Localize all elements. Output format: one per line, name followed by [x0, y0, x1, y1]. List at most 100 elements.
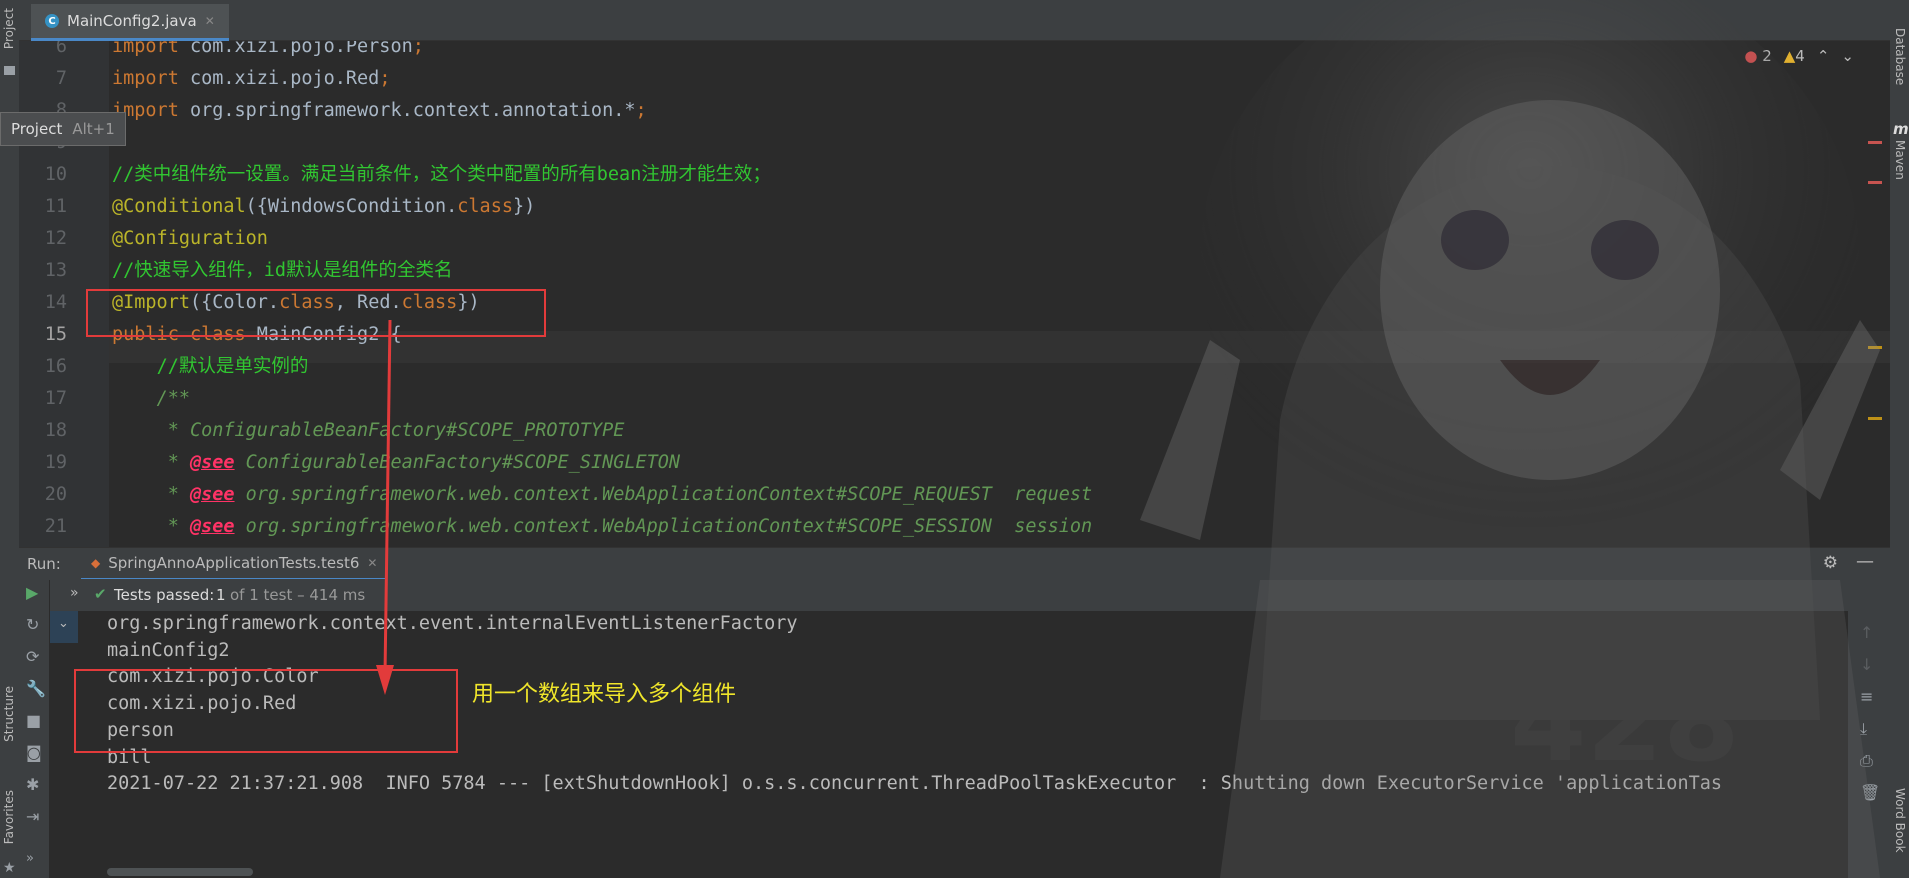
- code-text: import com.xizi.pojo.Red;: [112, 68, 391, 89]
- line-number: 17: [44, 388, 67, 409]
- tab-label: MainConfig2.java: [67, 12, 197, 30]
- run-panel-header: Run: ◆ SpringAnnoApplicationTests.test6 …: [19, 547, 1890, 581]
- line-number: 19: [44, 452, 67, 473]
- line-number: 15: [44, 324, 67, 345]
- run-label: Run:: [27, 555, 61, 573]
- test-run-icon: ◆: [91, 556, 101, 570]
- run-toolbar: ▶ ↻ ⟳ 🔧 ■ ◙ ✱ ⇥ »: [19, 579, 49, 878]
- code-text: import org.springframework.context.annot…: [112, 100, 647, 121]
- tests-passed-label: Tests passed:: [114, 586, 215, 604]
- test-status-bar: » ✔ Tests passed: 1 of 1 test – 414 ms: [50, 579, 1848, 611]
- arrow-up-icon[interactable]: ↑: [1860, 623, 1873, 642]
- tests-detail: of 1 test – 414 ms: [230, 586, 366, 604]
- code-line[interactable]: 10 //类中组件统一设置。满足当前条件，这个类中配置的所有bean注册才能生效；: [19, 159, 1890, 191]
- wrench-icon[interactable]: 🔧: [26, 679, 46, 698]
- import-highlight-box: [86, 289, 546, 337]
- code-text: //类中组件统一设置。满足当前条件，这个类中配置的所有bean注册才能生效；: [112, 164, 771, 185]
- maven-tool-button[interactable]: Maven: [1893, 140, 1907, 180]
- line-number: 6: [55, 41, 67, 57]
- code-line[interactable]: 20 * @see org.springframework.web.contex…: [19, 479, 1890, 511]
- code-line[interactable]: 9: [19, 127, 1890, 159]
- code-line[interactable]: 17 /**: [19, 383, 1890, 415]
- code-line[interactable]: 13 //快速导入组件，id默认是组件的全类名: [19, 255, 1890, 287]
- editor-tab-bar: C MainConfig2.java ✕: [19, 0, 1890, 41]
- code-line[interactable]: 12 @Configuration: [19, 223, 1890, 255]
- exit-icon[interactable]: ⇥: [26, 807, 39, 826]
- tooltip-shortcut: Alt+1: [72, 120, 115, 138]
- code-text: * @see org.springframework.web.context.W…: [167, 484, 1093, 505]
- code-line[interactable]: 21 * @see org.springframework.web.contex…: [19, 511, 1890, 543]
- line-number: 16: [44, 356, 67, 377]
- scroll-to-end-icon[interactable]: ⤓: [1860, 719, 1867, 739]
- line-number: 10: [44, 164, 67, 185]
- more-icon[interactable]: »: [26, 851, 34, 866]
- code-line[interactable]: 18 * ConfigurableBeanFactory#SCOPE_PROTO…: [19, 415, 1890, 447]
- arrow-down-icon[interactable]: ↓: [1860, 655, 1873, 674]
- code-line[interactable]: 6 import com.xizi.pojo.Person;: [19, 41, 1890, 63]
- warning-stripe-mark: [1868, 417, 1882, 420]
- line-number: 21: [44, 516, 67, 537]
- code-text: /**: [156, 388, 190, 409]
- code-line[interactable]: 19 * @see ConfigurableBeanFactory#SCOPE_…: [19, 447, 1890, 479]
- error-stripe-mark: [1868, 181, 1882, 184]
- run-config-label: SpringAnnoApplicationTests.test6: [108, 554, 360, 572]
- wordbook-tool-button[interactable]: Word Book: [1893, 788, 1907, 853]
- code-text: //默认是单实例的: [156, 356, 309, 377]
- run-config-tab[interactable]: ◆ SpringAnnoApplicationTests.test6 ✕: [81, 548, 388, 581]
- line-number: 7: [55, 68, 67, 89]
- code-text: * ConfigurableBeanFactory#SCOPE_PROTOTYP…: [167, 420, 625, 441]
- tooltip-label: Project: [11, 120, 63, 138]
- database-tool-button[interactable]: Database: [1893, 28, 1907, 85]
- line-number: 14: [44, 292, 67, 313]
- stop-icon[interactable]: ■: [26, 711, 41, 730]
- annotation-callout: 用一个数组来导入多个组件: [472, 682, 737, 707]
- rerun-failed-icon[interactable]: ↻: [26, 615, 39, 634]
- expand-icon[interactable]: »: [70, 585, 79, 601]
- tab-mainconfig2[interactable]: C MainConfig2.java ✕: [31, 4, 229, 41]
- camera-icon[interactable]: ◙: [26, 743, 42, 762]
- horizontal-scrollbar[interactable]: [107, 868, 253, 876]
- folder-icon: [4, 66, 15, 75]
- project-tooltip: Project Alt+1: [0, 112, 126, 146]
- maven-icon: m: [1893, 120, 1909, 138]
- error-stripe-mark: [1868, 141, 1882, 144]
- gear-icon[interactable]: ⚙: [1823, 553, 1838, 573]
- line-number: 11: [44, 196, 67, 217]
- code-line[interactable]: 16 //默认是单实例的: [19, 351, 1890, 383]
- line-number: 13: [44, 260, 67, 281]
- star-icon: ★: [3, 860, 16, 876]
- check-icon: ✔: [94, 585, 107, 603]
- project-tool-button[interactable]: Project: [2, 8, 16, 49]
- trash-icon[interactable]: 🗑: [1860, 783, 1880, 802]
- code-text: @Conditional({WindowsCondition.class}): [112, 196, 536, 217]
- soft-wrap-icon[interactable]: ≡: [1860, 687, 1873, 706]
- code-text: @Configuration: [112, 228, 268, 249]
- code-text: * @see org.springframework.web.context.W…: [167, 516, 1093, 537]
- output-highlight-box: [74, 669, 458, 753]
- favorites-tool-button[interactable]: Favorites: [2, 790, 16, 844]
- console-toolbar: ↑ ↓ ≡ ⤓ ⎙ 🗑: [1848, 579, 1890, 878]
- tab-close-icon[interactable]: ✕: [205, 14, 215, 28]
- test-tree-collapsed[interactable]: ⌄: [50, 611, 78, 643]
- code-line[interactable]: 8 import org.springframework.context.anno…: [19, 95, 1890, 127]
- toggle-auto-test-icon[interactable]: ⟳: [26, 647, 39, 666]
- code-text: import com.xizi.pojo.Person;: [112, 41, 424, 57]
- line-number: 18: [44, 420, 67, 441]
- line-number: 12: [44, 228, 67, 249]
- right-tool-strip: Database m Maven Word Book: [1889, 0, 1909, 878]
- warning-stripe-mark: [1868, 346, 1882, 349]
- tests-count: 1: [216, 586, 226, 604]
- code-text: //快速导入组件，id默认是组件的全类名: [112, 260, 453, 281]
- annotation-arrow: [376, 320, 394, 695]
- code-line[interactable]: 11 @Conditional({WindowsCondition.class}): [19, 191, 1890, 223]
- console-line: 2021-07-22 21:37:21.908 INFO 5784 --- [e…: [107, 773, 1723, 795]
- minimize-icon[interactable]: —: [1856, 551, 1874, 572]
- structure-tool-button[interactable]: Structure: [2, 686, 16, 742]
- print-icon[interactable]: ⎙: [1860, 751, 1873, 771]
- chevron-down-icon: ⌄: [58, 616, 69, 631]
- java-class-icon: C: [45, 14, 59, 28]
- code-line[interactable]: 7 import com.xizi.pojo.Red;: [19, 63, 1890, 95]
- settings-icon[interactable]: ✱: [26, 775, 39, 794]
- rerun-icon[interactable]: ▶: [26, 583, 38, 602]
- line-number: 20: [44, 484, 67, 505]
